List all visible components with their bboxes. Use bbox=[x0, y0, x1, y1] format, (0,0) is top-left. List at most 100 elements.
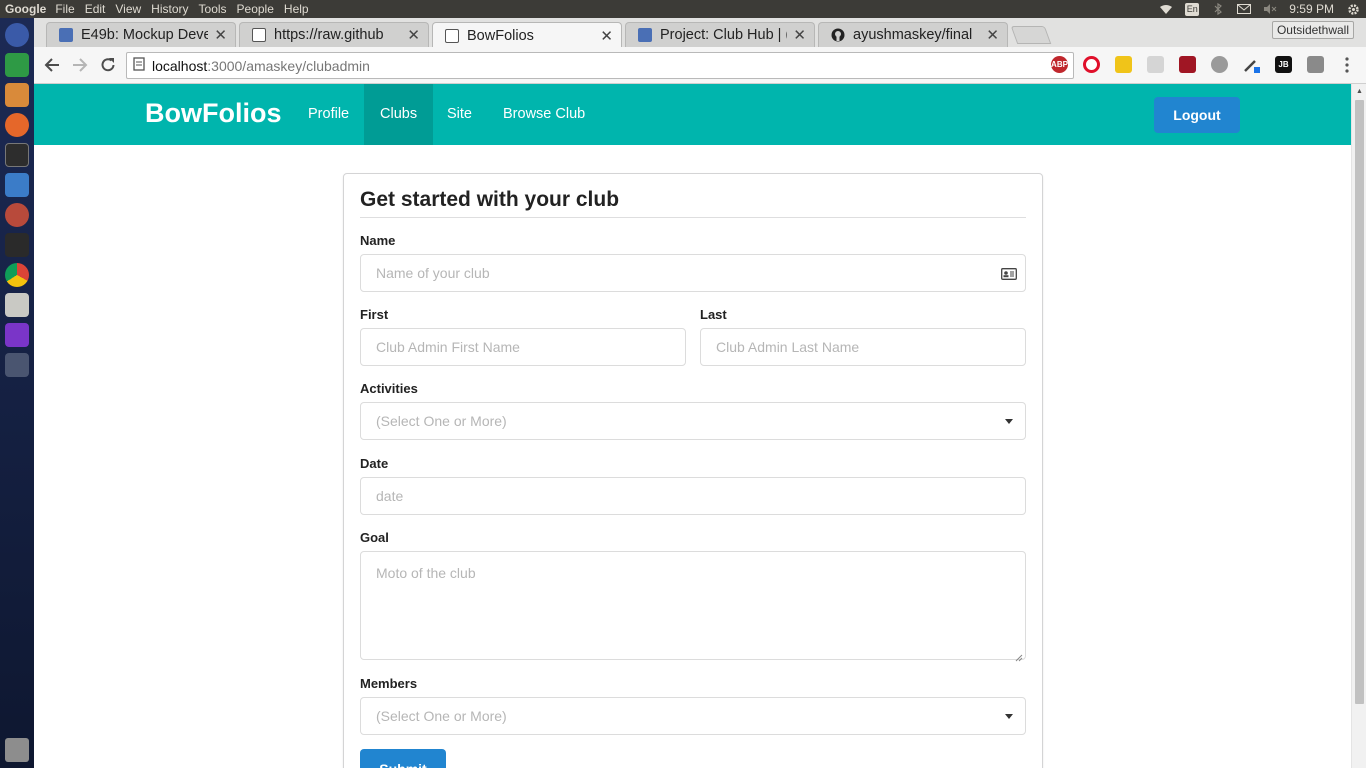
close-icon[interactable]: ✕ bbox=[986, 26, 999, 44]
page-scrollbar[interactable]: ▲ bbox=[1351, 84, 1366, 768]
site-navbar: BowFolios Profile Clubs Site Browse Club… bbox=[34, 84, 1351, 145]
scroll-up-arrow-icon[interactable]: ▲ bbox=[1356, 88, 1363, 95]
close-icon[interactable]: ✕ bbox=[600, 27, 613, 45]
github-icon bbox=[831, 28, 845, 42]
rss-icon[interactable] bbox=[1147, 56, 1164, 73]
menu-help[interactable]: Help bbox=[279, 2, 314, 16]
x-app-icon[interactable] bbox=[5, 233, 29, 257]
club-name-placeholder: Name of your club bbox=[376, 265, 490, 281]
opera-icon[interactable] bbox=[1083, 56, 1100, 73]
spreadsheet-app-icon[interactable] bbox=[5, 53, 29, 77]
activities-dropdown[interactable]: (Select One or More) bbox=[360, 402, 1026, 440]
files-app-icon[interactable] bbox=[5, 83, 29, 107]
system-settings-icon[interactable] bbox=[5, 203, 29, 227]
page-icon bbox=[445, 28, 459, 43]
goal-textarea[interactable]: Moto of the club bbox=[360, 551, 1026, 662]
date-input[interactable]: date bbox=[360, 477, 1026, 515]
last-label: Last bbox=[700, 307, 727, 322]
wifi-icon[interactable] bbox=[1159, 3, 1173, 15]
form-title: Get started with your club bbox=[360, 188, 620, 211]
mail-icon[interactable] bbox=[1237, 3, 1252, 15]
members-dropdown[interactable]: (Select One or More) bbox=[360, 697, 1026, 735]
clock[interactable]: 9:59 PM bbox=[1289, 2, 1334, 16]
scrollbar-thumb[interactable] bbox=[1355, 100, 1364, 704]
os-top-bar: Google File Edit View History Tools Peop… bbox=[0, 0, 1366, 18]
brand-logo[interactable]: BowFolios bbox=[145, 98, 282, 129]
nav-link-clubs[interactable]: Clubs bbox=[364, 84, 434, 145]
club-name-input[interactable]: Name of your club bbox=[360, 254, 1026, 292]
document-icon bbox=[59, 28, 73, 42]
profile-button[interactable]: Outsidethwall bbox=[1271, 21, 1354, 39]
ublock-icon[interactable] bbox=[1179, 56, 1196, 73]
address-bar[interactable]: localhost:3000/amaskey/clubadmin ☆ bbox=[126, 52, 1074, 79]
nav-link-browse-club[interactable]: Browse Club bbox=[487, 84, 601, 145]
text-editor-icon[interactable] bbox=[5, 293, 29, 317]
intellij-icon[interactable] bbox=[5, 323, 29, 347]
date-placeholder: date bbox=[376, 488, 404, 504]
first-name-input[interactable]: Club Admin First Name bbox=[360, 328, 686, 366]
browser-toolbar: localhost:3000/amaskey/clubadmin ☆ ABP J… bbox=[34, 47, 1366, 84]
close-icon[interactable]: ✕ bbox=[214, 26, 227, 44]
first-label: First bbox=[360, 307, 389, 322]
tab-bowfolios[interactable]: BowFolios ✕ bbox=[432, 22, 622, 48]
system-tray: En 9:59 PM bbox=[1159, 0, 1366, 18]
settings-gear-icon[interactable] bbox=[1346, 3, 1360, 15]
page-viewport: BowFolios Profile Clubs Site Browse Club… bbox=[34, 84, 1351, 768]
eyedropper-icon[interactable] bbox=[1243, 56, 1260, 73]
tab-mockup-deve[interactable]: E49b: Mockup Deve ✕ bbox=[46, 22, 236, 47]
dash-home-icon[interactable] bbox=[5, 23, 29, 47]
writer-app-icon[interactable] bbox=[5, 173, 29, 197]
submit-button[interactable]: Submit bbox=[360, 749, 446, 768]
notes-icon[interactable] bbox=[1115, 56, 1132, 73]
tab-strip: E49b: Mockup Deve ✕ https://raw.github ✕… bbox=[34, 18, 1366, 48]
activities-label: Activities bbox=[360, 381, 418, 396]
title-divider bbox=[360, 217, 1026, 218]
tab-github-ayushmaskey[interactable]: ayushmaskey/final ✕ bbox=[818, 22, 1008, 47]
bluetooth-icon[interactable] bbox=[1211, 3, 1225, 15]
url-host: localhost bbox=[152, 57, 208, 74]
club-form-card: Get started with your club Name Name of … bbox=[343, 173, 1043, 768]
terminal-icon[interactable] bbox=[5, 143, 29, 167]
menu-view[interactable]: View bbox=[110, 2, 146, 16]
reload-icon[interactable] bbox=[97, 54, 119, 76]
tab-title: ayushmaskey/final bbox=[853, 27, 973, 43]
close-icon[interactable]: ✕ bbox=[793, 26, 806, 44]
menu-file[interactable]: File bbox=[50, 2, 79, 16]
trash-icon[interactable] bbox=[5, 738, 29, 762]
workspace-switcher-icon[interactable] bbox=[5, 353, 29, 377]
jetbrains-icon[interactable]: JB bbox=[1275, 56, 1292, 73]
new-tab-button[interactable] bbox=[1010, 26, 1052, 44]
close-icon[interactable]: ✕ bbox=[407, 26, 420, 44]
goal-label: Goal bbox=[360, 530, 389, 545]
menu-people[interactable]: People bbox=[232, 2, 279, 16]
chrome-menu-icon[interactable] bbox=[1336, 54, 1358, 76]
keyboard-layout-indicator[interactable]: En bbox=[1185, 2, 1200, 16]
palette-icon[interactable] bbox=[1211, 56, 1228, 73]
date-label: Date bbox=[360, 456, 389, 471]
logout-button[interactable]: Logout bbox=[1154, 97, 1240, 133]
tab-title: https://raw.github bbox=[274, 27, 384, 43]
menu-tools[interactable]: Tools bbox=[194, 2, 232, 16]
page-info-icon[interactable] bbox=[133, 57, 145, 74]
adblock-plus-icon[interactable]: ABP bbox=[1051, 56, 1068, 73]
launcher bbox=[0, 18, 34, 768]
dropdown-caret-icon bbox=[1005, 419, 1013, 424]
volume-muted-icon[interactable] bbox=[1263, 3, 1277, 15]
menu-history[interactable]: History bbox=[146, 2, 193, 16]
tab-title: E49b: Mockup Deve bbox=[81, 27, 209, 43]
chrome-icon[interactable] bbox=[5, 263, 29, 287]
back-arrow-icon[interactable] bbox=[41, 54, 63, 76]
menu-edit[interactable]: Edit bbox=[80, 2, 111, 16]
forward-arrow-icon[interactable] bbox=[69, 54, 91, 76]
last-name-input[interactable]: Club Admin Last Name bbox=[700, 328, 1026, 366]
resize-handle-icon[interactable] bbox=[1015, 649, 1023, 662]
page-icon bbox=[252, 28, 266, 42]
nav-link-profile[interactable]: Profile bbox=[292, 84, 365, 145]
sync-icon[interactable] bbox=[1307, 56, 1324, 73]
firefox-icon[interactable] bbox=[5, 113, 29, 137]
tab-raw-github[interactable]: https://raw.github ✕ bbox=[239, 22, 429, 47]
nav-link-site[interactable]: Site bbox=[431, 84, 488, 145]
tab-project-club-hub[interactable]: Project: Club Hub | ( ✕ bbox=[625, 22, 815, 47]
url-path: :3000/amaskey/clubadmin bbox=[207, 57, 370, 74]
document-icon bbox=[638, 28, 652, 42]
